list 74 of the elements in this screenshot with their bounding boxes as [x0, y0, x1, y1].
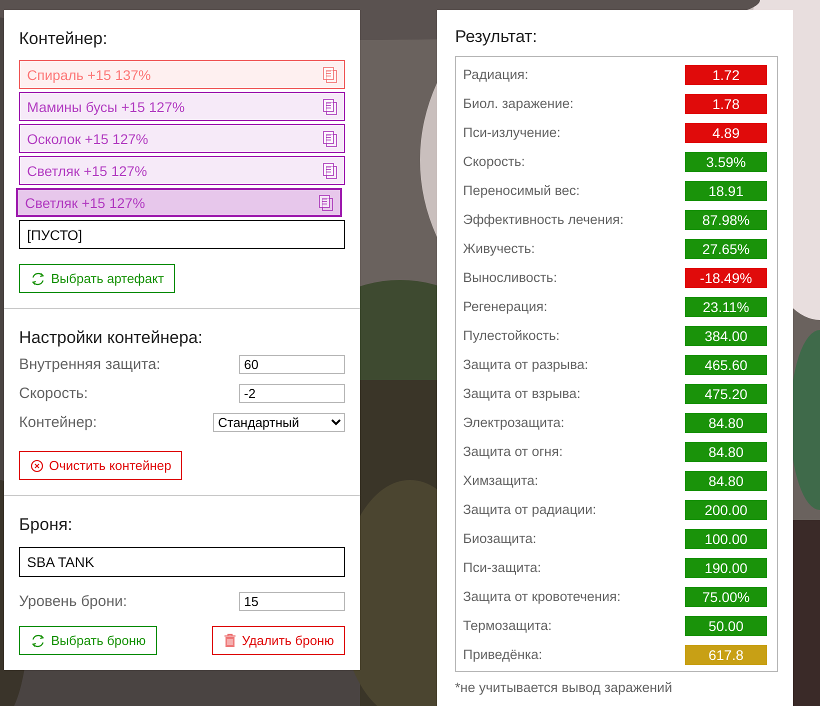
- stat-label: Пси-защита:: [463, 560, 542, 575]
- refresh-icon: [30, 270, 46, 286]
- section-title: Результат:: [455, 27, 538, 47]
- section-title: Броня:: [19, 515, 74, 535]
- field-label: Контейнер:: [19, 414, 97, 431]
- artifact-slot[interactable]: Мамины бусы +15 127%: [19, 92, 345, 121]
- stat-value: 18.91: [685, 180, 767, 200]
- trash-icon: [222, 633, 237, 648]
- stat-label: Приведёнка:: [463, 647, 542, 662]
- stat-label: Пси-излучение:: [463, 125, 560, 140]
- stat-label: Химзащита:: [463, 473, 538, 488]
- stat-value: 475.20: [685, 384, 767, 404]
- stat-value: 100.00: [685, 528, 767, 548]
- stat-value: 384.00: [685, 326, 767, 346]
- field-label: Уровень брони:: [19, 593, 128, 610]
- stat-label: Переносимый вес:: [463, 183, 580, 198]
- stat-label: Выносливость:: [463, 270, 558, 285]
- stat-value: 23.11%: [685, 296, 767, 316]
- stat-value: 84.80: [685, 470, 767, 490]
- stat-label: Термозащита:: [463, 618, 552, 633]
- stat-value: 87.98%: [685, 210, 767, 230]
- section-title: Настройки контейнера:: [19, 328, 204, 348]
- document-icon: [322, 66, 338, 84]
- refresh-icon: [30, 632, 46, 648]
- stat-label: Защита от радиации:: [463, 502, 596, 517]
- empty-slot[interactable]: [ПУСТО]: [19, 220, 345, 249]
- section-title: Контейнер:: [19, 29, 108, 49]
- input-field[interactable]: 15: [239, 592, 345, 611]
- stat-label: Эффективность лечения:: [463, 212, 624, 227]
- stat-label: Защита от огня:: [463, 444, 563, 459]
- stat-value: 1.78: [685, 94, 767, 114]
- stat-value: 465.60: [685, 354, 767, 374]
- artifact-slot[interactable]: Светляк +15 127%: [16, 188, 342, 217]
- input-field[interactable]: -2: [239, 384, 345, 403]
- stat-value: 1.72: [685, 64, 767, 84]
- stat-value: 84.80: [685, 442, 767, 462]
- container-dropdown[interactable]: Стандартный: [213, 413, 345, 432]
- stat-label: Биозащита:: [463, 531, 536, 546]
- stat-label: Электрозащита:: [463, 415, 564, 430]
- input-field[interactable]: 60: [239, 355, 345, 374]
- select-armor-button[interactable]: Выбрать броню: [19, 626, 157, 655]
- stat-label: Живучесть:: [463, 241, 535, 256]
- stat-label: Защита от разрыва:: [463, 357, 588, 372]
- stat-label: Радиация:: [463, 67, 528, 82]
- clear-container-button[interactable]: Очистить контейнер: [19, 451, 182, 480]
- close-circle-icon: [30, 458, 44, 472]
- field-label: Внутренняя защита:: [19, 356, 160, 373]
- stat-value: 84.80: [685, 412, 767, 432]
- stat-value: 75.00%: [685, 586, 767, 606]
- stat-value: 4.89: [685, 122, 767, 142]
- stat-value: 200.00: [685, 500, 767, 520]
- stat-value: 27.65%: [685, 238, 767, 258]
- stat-label: Регенерация:: [463, 299, 548, 314]
- document-icon: [322, 162, 338, 180]
- document-icon: [322, 98, 338, 116]
- stat-label: Защита от кровотечения:: [463, 589, 621, 604]
- stat-value: 617.8: [685, 644, 767, 664]
- stat-label: Пулестойкость:: [463, 328, 560, 343]
- select-artifact-button[interactable]: Выбрать артефакт: [19, 264, 175, 293]
- stat-label: Скорость:: [463, 154, 526, 169]
- footnote: *не учитывается вывод заражений: [455, 680, 674, 696]
- stat-label: Защита от взрыва:: [463, 386, 580, 401]
- document-icon: [318, 194, 334, 212]
- field-label: Скорость:: [19, 385, 88, 402]
- artifact-slot[interactable]: Светляк +15 127%: [19, 156, 345, 185]
- armor-field[interactable]: SBA TANK: [19, 547, 345, 577]
- stat-value: 3.59%: [685, 152, 767, 172]
- document-icon: [322, 130, 338, 148]
- artifact-slot[interactable]: Осколок +15 127%: [19, 124, 345, 153]
- delete-armor-button[interactable]: Удалить броню: [212, 626, 345, 655]
- stat-value: 190.00: [685, 558, 767, 578]
- stat-value: -18.49%: [685, 268, 767, 288]
- stat-label: Биол. заражение:: [463, 96, 574, 111]
- stat-value: 50.00: [685, 616, 767, 636]
